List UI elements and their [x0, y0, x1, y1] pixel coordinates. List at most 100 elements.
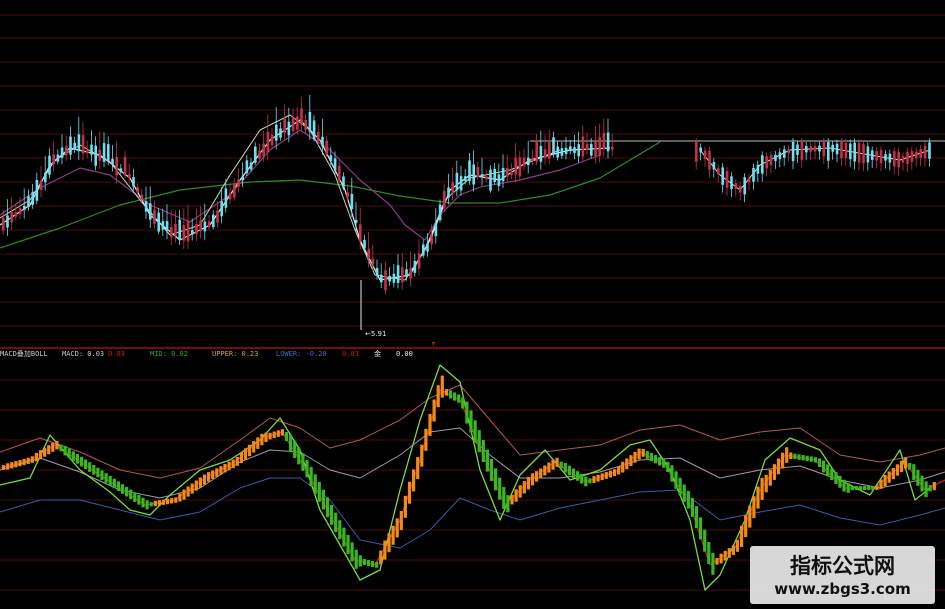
candle-body — [809, 146, 812, 152]
macd-bar — [518, 485, 522, 498]
macd-bar — [682, 484, 686, 502]
macd-bar — [842, 479, 846, 492]
candle-body — [476, 166, 480, 178]
candle-body — [774, 154, 777, 161]
macd-bar — [830, 468, 834, 481]
candle-body — [805, 146, 808, 153]
candle-body — [594, 141, 597, 156]
macd-bar — [334, 512, 338, 533]
macd-bar — [817, 458, 822, 467]
macd-bar — [346, 534, 350, 555]
macd-bar — [617, 466, 621, 475]
macd-bar — [125, 486, 129, 497]
macd-bar — [756, 486, 760, 509]
macd-bar — [653, 455, 658, 464]
macd-bar — [633, 451, 637, 463]
macd-bar — [2, 465, 6, 470]
candle-body — [136, 187, 139, 193]
candle-body — [329, 155, 333, 162]
macd-bar — [838, 475, 842, 488]
candle-body — [527, 157, 530, 166]
candle-body — [23, 205, 26, 210]
candle-body — [915, 151, 918, 159]
macd-bar — [416, 457, 420, 480]
candle-body — [857, 143, 861, 163]
macd-bar — [539, 468, 543, 479]
candle-body — [165, 221, 169, 231]
candle-body — [233, 184, 236, 198]
macd-bar — [625, 458, 629, 470]
macd-bar — [776, 458, 781, 475]
macd-bar — [313, 474, 317, 495]
candle-body — [910, 151, 914, 162]
candle-body — [107, 144, 110, 162]
macd-bar — [112, 478, 116, 489]
candle-body — [287, 121, 291, 136]
candle-body — [199, 220, 202, 232]
candle-body — [581, 136, 585, 157]
macd-bar — [576, 471, 580, 481]
indicator-header-segment: MACD: 0.03 — [62, 350, 105, 358]
macd-bar — [289, 434, 293, 452]
macd-bar — [666, 461, 670, 473]
macd-bar — [662, 459, 666, 468]
macd-bar — [674, 471, 678, 489]
macd-bar — [436, 385, 440, 408]
macd-bar — [407, 481, 412, 504]
macd-bar — [321, 489, 325, 510]
macd-bar — [342, 527, 346, 547]
candle-body — [497, 174, 501, 186]
macd-bar — [641, 448, 645, 457]
macd-bar — [243, 448, 248, 460]
candle-body — [443, 190, 446, 209]
macd-bar — [801, 455, 805, 461]
candle-body — [48, 155, 51, 175]
macd-bar — [84, 459, 88, 470]
candle-body — [115, 156, 118, 176]
macd-bar — [895, 464, 899, 476]
macd-bar — [272, 431, 276, 439]
macd-bar — [637, 448, 641, 460]
candle-body — [228, 193, 232, 200]
macd-bar — [383, 540, 387, 560]
macd-bar — [276, 430, 280, 437]
candle-body — [769, 155, 773, 165]
candle-body — [761, 155, 764, 174]
macd-bar — [822, 460, 826, 473]
candle-body — [321, 136, 324, 147]
macd-bar — [26, 457, 30, 465]
macd-bar — [47, 445, 51, 455]
low-price-value: 5.91 — [370, 330, 387, 338]
macd-bar — [252, 441, 256, 453]
candle-body — [186, 220, 190, 242]
macd-bar — [182, 489, 186, 500]
macd-bar — [678, 477, 682, 496]
candle-body — [367, 249, 370, 259]
macd-bar — [928, 485, 932, 492]
macd-bar — [658, 457, 662, 466]
macd-bar — [904, 457, 908, 469]
macd-bar — [34, 452, 38, 462]
candle-body — [611, 146, 614, 150]
macd-bar — [75, 454, 79, 464]
macd-bar — [235, 456, 239, 466]
candle-body — [893, 151, 896, 167]
candle-body — [174, 223, 177, 236]
candle-body — [270, 134, 274, 146]
candle-body — [743, 177, 746, 195]
candle-body — [585, 143, 589, 150]
candle-body — [18, 208, 22, 215]
stock-chart-canvas[interactable] — [0, 0, 945, 609]
candle-body — [888, 153, 892, 163]
candle-body — [258, 150, 261, 159]
macd-bar — [494, 468, 498, 491]
candle-body — [493, 168, 496, 182]
candle-body — [354, 219, 358, 223]
macd-bar — [293, 440, 297, 458]
candle-body — [44, 172, 47, 183]
candle-body — [747, 178, 751, 183]
candle-body — [787, 149, 790, 154]
price-panel[interactable] — [0, 94, 945, 330]
macd-bar — [461, 397, 465, 409]
macd-bar — [440, 375, 444, 398]
